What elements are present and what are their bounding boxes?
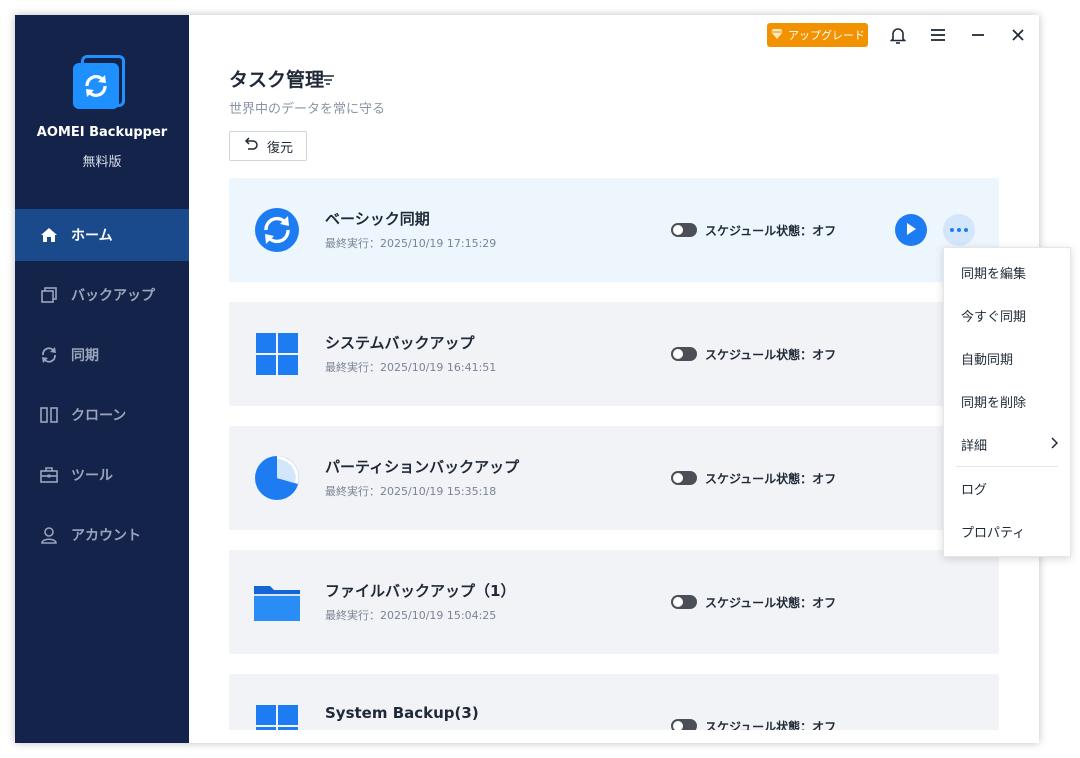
context-menu: 同期を編集 今すぐ同期 自動同期 同期を削除 詳細 ログ プロパティ — [943, 247, 1071, 557]
home-icon — [39, 225, 59, 245]
menu-item-sync-now[interactable]: 今すぐ同期 — [944, 294, 1070, 337]
bell-icon[interactable] — [888, 25, 908, 45]
upgrade-button[interactable]: アップグレード — [767, 23, 868, 47]
sidebar-item-tools[interactable]: ツール — [15, 449, 189, 501]
play-icon — [905, 221, 917, 240]
diamond-icon — [770, 28, 784, 43]
app-name: AOMEI Backupper — [36, 125, 168, 140]
menu-item-details[interactable]: 詳細 — [944, 423, 1070, 466]
app-window: AOMEI Backupper 無料版 ホーム バックアップ 同期 クローン ツ… — [15, 15, 1039, 743]
restore-label: 復元 — [266, 140, 293, 156]
schedule-status: スケジュール状態：オフ — [705, 224, 837, 238]
clone-icon — [39, 405, 59, 425]
task-list: ベーシック同期 最終実行：2025/10/19 17:15:29 スケジュール状… — [229, 178, 999, 730]
sidebar-item-label: 同期 — [71, 348, 99, 364]
task-name: System Backup(3) — [325, 704, 479, 722]
windows-icon — [251, 328, 303, 380]
task-card[interactable]: システムバックアップ 最終実行：2025/10/19 16:41:51 スケジュ… — [229, 302, 999, 406]
windows-icon — [251, 700, 303, 730]
undo-icon — [243, 137, 259, 155]
user-icon — [39, 525, 59, 545]
toolbox-icon — [39, 465, 59, 485]
upgrade-label: アップグレード — [788, 29, 865, 42]
schedule-status: スケジュール状態：オフ — [705, 720, 837, 730]
sidebar-nav: ホーム バックアップ 同期 クローン ツール アカウント — [15, 209, 189, 569]
chevron-right-icon — [1050, 437, 1059, 453]
minimize-icon[interactable] — [968, 25, 988, 45]
menu-item-label: 詳細 — [961, 439, 988, 454]
filter-icon[interactable] — [321, 71, 335, 90]
schedule-status: スケジュール状態：オフ — [705, 472, 837, 486]
menu-item-properties[interactable]: プロパティ — [944, 510, 1070, 553]
menu-icon[interactable] — [928, 25, 948, 45]
sidebar-item-label: ツール — [71, 468, 113, 484]
schedule-toggle[interactable] — [671, 223, 697, 237]
menu-item-delete-sync[interactable]: 同期を削除 — [944, 380, 1070, 423]
run-button[interactable] — [895, 214, 927, 246]
schedule-toggle[interactable] — [671, 347, 697, 361]
sidebar-item-label: アカウント — [71, 528, 141, 544]
sync-icon — [39, 345, 59, 365]
task-name: ベーシック同期 — [325, 210, 430, 228]
sidebar: AOMEI Backupper 無料版 ホーム バックアップ 同期 クローン ツ… — [15, 15, 189, 743]
sidebar-item-clone[interactable]: クローン — [15, 389, 189, 441]
sidebar-item-sync[interactable]: 同期 — [15, 329, 189, 381]
app-logo — [71, 53, 131, 113]
sidebar-item-backup[interactable]: バックアップ — [15, 269, 189, 321]
logo-sync-icon — [85, 75, 107, 97]
task-name: ファイルバックアップ（1） — [325, 582, 516, 600]
schedule-toggle[interactable] — [671, 719, 697, 730]
task-last-run: 最終実行：2025/10/19 15:35:18 — [325, 485, 497, 498]
sidebar-item-label: ホーム — [71, 228, 113, 244]
task-last-run: 最終実行：2025/10/19 16:41:51 — [325, 361, 497, 374]
sidebar-item-label: クローン — [71, 408, 127, 424]
schedule-toggle[interactable] — [671, 595, 697, 609]
sync-circle-icon — [251, 204, 303, 256]
task-name: パーティションバックアップ — [325, 458, 520, 476]
schedule-toggle[interactable] — [671, 471, 697, 485]
sidebar-item-home[interactable]: ホーム — [15, 209, 189, 261]
menu-item-log[interactable]: ログ — [944, 467, 1070, 510]
task-card[interactable]: ファイルバックアップ（1） 最終実行：2025/10/19 15:04:25 ス… — [229, 550, 999, 654]
backup-icon — [39, 285, 59, 305]
menu-item-auto-sync[interactable]: 自動同期 — [944, 337, 1070, 380]
task-card[interactable]: パーティションバックアップ 最終実行：2025/10/19 15:35:18 ス… — [229, 426, 999, 530]
app-edition: 無料版 — [82, 155, 122, 170]
schedule-status: スケジュール状態：オフ — [705, 596, 837, 610]
task-last-run: 最終実行：2025/10/19 17:15:29 — [325, 237, 497, 250]
task-card[interactable]: ベーシック同期 最終実行：2025/10/19 17:15:29 スケジュール状… — [229, 178, 999, 282]
folder-icon — [251, 576, 303, 628]
sidebar-item-account[interactable]: アカウント — [15, 509, 189, 561]
schedule-status: スケジュール状態：オフ — [705, 348, 837, 362]
close-icon[interactable] — [1008, 25, 1028, 45]
task-last-run: 最終実行：2025/10/19 15:04:25 — [325, 609, 497, 622]
pie-chart-icon — [251, 452, 303, 504]
more-options-button[interactable] — [943, 214, 975, 246]
menu-item-edit-sync[interactable]: 同期を編集 — [944, 251, 1070, 294]
task-card[interactable]: System Backup(3) スケジュール状態：オフ — [229, 674, 999, 730]
page-subtitle: 世界中のデータを常に守る — [229, 102, 386, 117]
restore-button[interactable]: 復元 — [229, 131, 307, 161]
page-title: タスク管理 — [229, 69, 325, 91]
task-name: システムバックアップ — [325, 334, 475, 352]
sidebar-item-label: バックアップ — [71, 288, 155, 304]
